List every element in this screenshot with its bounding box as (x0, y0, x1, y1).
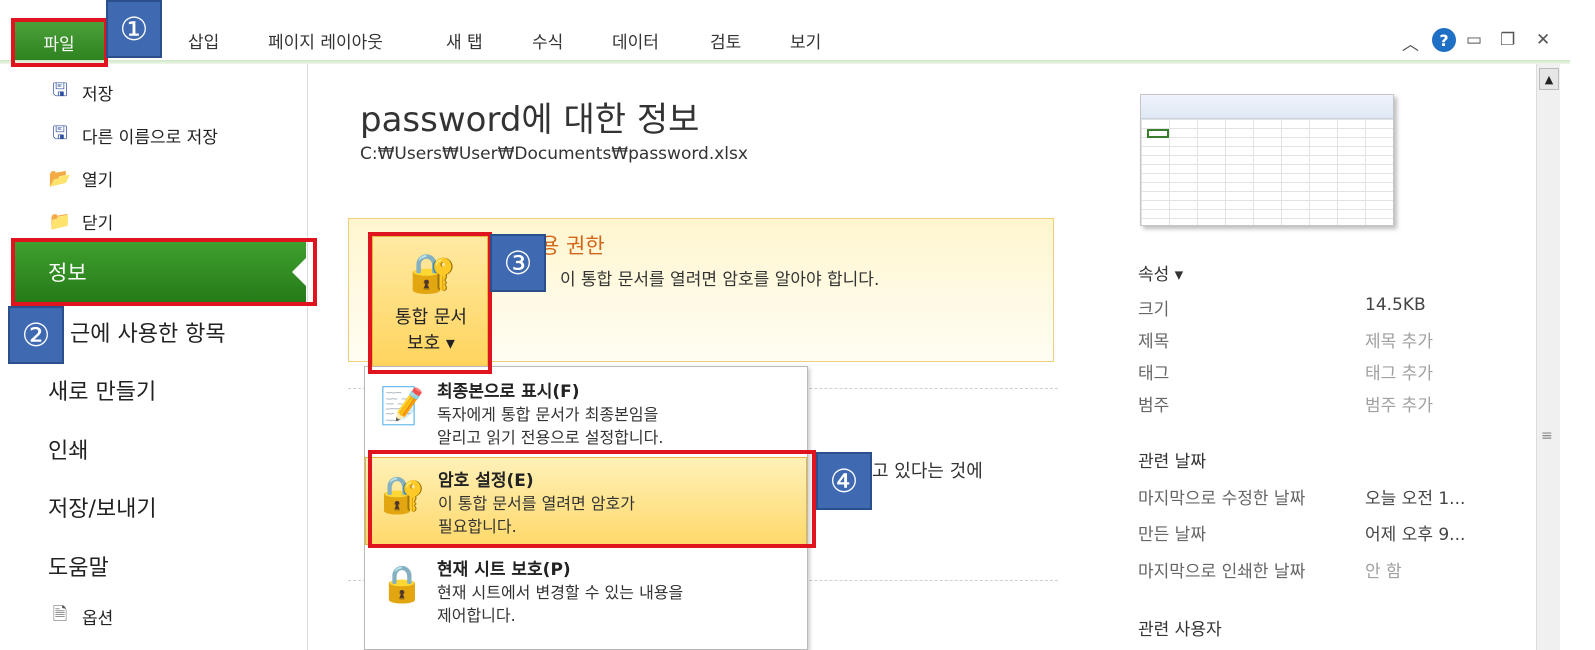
tab-insert[interactable]: 삽입 (188, 28, 219, 53)
highlight-protect-button (368, 232, 492, 374)
callout-badge-4: ④ (816, 452, 872, 510)
open-folder-icon: 📂 (48, 168, 72, 189)
prop-key: 태그 (1138, 364, 1170, 384)
nav-save-as[interactable]: 🖫 다른 이름으로 저장 (48, 122, 218, 149)
nav-print[interactable]: 인쇄 (48, 433, 88, 465)
nav-recent[interactable]: 근에 사용한 항목 (70, 316, 226, 348)
minimize-ribbon-icon[interactable]: ︿ (1402, 30, 1419, 55)
save-as-icon: 🖫 (52, 122, 68, 144)
prop-key: 제목 (1138, 332, 1170, 352)
menu-item-title: 최종본으로 표시(F) (437, 382, 580, 402)
window-minimize-icon[interactable]: ▭ (1466, 30, 1482, 50)
menu-item-desc: 현재 시트에서 변경할 수 있는 내용을제어합니다. (437, 581, 683, 627)
properties-header[interactable]: 속성 ▾ (1138, 260, 1183, 285)
nav-new[interactable]: 새로 만들기 (48, 374, 156, 406)
save-disk-icon: 🖫 (52, 79, 68, 101)
tab-review[interactable]: 검토 (710, 28, 741, 53)
scroll-up-icon[interactable]: ▲ (1539, 68, 1559, 90)
highlight-file-tab (11, 18, 108, 67)
prop-value-tags[interactable]: 태그 추가 (1365, 359, 1433, 384)
nav-close[interactable]: 📁 닫기 (48, 209, 114, 234)
file-path: C:₩Users₩User₩Documents₩password.xlsx (360, 144, 748, 164)
thumbnail-toolbar (1141, 95, 1393, 119)
callout-badge-3: ③ (490, 234, 546, 292)
nav-options[interactable]: 🗎 옵션 (48, 603, 114, 630)
prop-value-categories[interactable]: 범주 추가 (1365, 391, 1433, 416)
window-restore-icon[interactable]: ❐ (1500, 30, 1515, 50)
tab-page-layout[interactable]: 페이지 레이아웃 (268, 28, 383, 53)
prop-value-title[interactable]: 제목 추가 (1365, 327, 1433, 352)
tab-data[interactable]: 데이터 (612, 28, 659, 53)
nav-options-label: 옵션 (82, 609, 114, 629)
nav-close-label: 닫기 (82, 214, 114, 234)
ribbon: 파일 삽입 페이지 레이아웃 새 탭 수식 데이터 검토 보기 ︿ ? ▭ ❐ … (0, 0, 1595, 65)
highlight-encrypt-password (368, 450, 816, 548)
prop-key: 범주 (1138, 396, 1170, 416)
menu-item-mark-final[interactable]: 📝 최종본으로 표시(F) 독자에게 통합 문서가 최종본임을알리고 읽기 전용… (365, 369, 807, 457)
window-edge (1560, 64, 1595, 650)
nav-help[interactable]: 도움말 (48, 550, 109, 582)
page-title: password에 대한 정보 (360, 100, 700, 140)
date-key: 마지막으로 수정한 날짜 (1138, 489, 1306, 509)
window-close-icon[interactable]: ✕ (1536, 30, 1550, 50)
nav-open[interactable]: 📂 열기 (48, 166, 114, 191)
date-key: 만든 날짜 (1138, 525, 1206, 545)
date-value: 어제 오후 9... (1365, 525, 1466, 545)
menu-item-desc-line: 알리고 읽기 전용으로 설정합니다. (437, 428, 664, 447)
menu-item-desc-line: 제어합니다. (437, 606, 516, 625)
nav-save-send[interactable]: 저장/보내기 (48, 491, 157, 523)
permissions-description: 이 통합 문서를 열려면 암호를 알아야 합니다. (560, 270, 880, 290)
dates-header: 관련 날짜 (1138, 452, 1206, 472)
callout-badge-1: ① (106, 0, 162, 58)
permissions-title: 용 권한 (540, 234, 605, 258)
help-icon[interactable]: ? (1432, 28, 1456, 52)
inspect-description: 고 있다는 것에 (872, 461, 983, 482)
tab-new-tab[interactable]: 새 탭 (446, 28, 483, 53)
highlight-info (11, 238, 317, 306)
people-header: 관련 사용자 (1138, 620, 1222, 640)
thumbnail-grid (1141, 119, 1393, 225)
tab-formulas[interactable]: 수식 (532, 28, 563, 53)
menu-item-desc-line: 독자에게 통합 문서가 최종본임을 (437, 405, 659, 424)
workbook-thumbnail (1140, 94, 1394, 226)
date-key: 마지막으로 인쇄한 날짜 (1138, 562, 1306, 582)
close-folder-icon: 📁 (48, 211, 72, 232)
tab-view[interactable]: 보기 (790, 28, 821, 53)
date-value: 오늘 오전 1... (1365, 489, 1466, 509)
mark-final-icon: 📝 (379, 386, 425, 427)
scroll-grip-icon[interactable]: ≡ (1541, 428, 1553, 444)
menu-item-title: 현재 시트 보호(P) (437, 560, 571, 580)
sheet-lock-icon: 🔒 (379, 564, 425, 605)
nav-save-label: 저장 (82, 85, 114, 105)
prop-key: 크기 (1138, 300, 1170, 320)
vertical-scrollbar[interactable]: ▲ ≡ (1536, 64, 1560, 650)
options-page-icon: 🗎 (52, 603, 68, 625)
nav-open-label: 열기 (82, 171, 114, 191)
nav-save-as-label: 다른 이름으로 저장 (82, 128, 218, 148)
nav-save[interactable]: 🖫 저장 (48, 79, 114, 106)
prop-value: 14.5KB (1365, 295, 1426, 315)
menu-item-desc-line: 현재 시트에서 변경할 수 있는 내용을 (437, 583, 684, 602)
callout-badge-2: ② (8, 306, 64, 364)
date-value: 안 함 (1365, 562, 1402, 582)
menu-item-desc: 독자에게 통합 문서가 최종본임을알리고 읽기 전용으로 설정합니다. (437, 403, 663, 449)
menu-item-protect-sheet[interactable]: 🔒 현재 시트 보호(P) 현재 시트에서 변경할 수 있는 내용을제어합니다. (365, 547, 807, 635)
thumbnail-active-cell (1147, 129, 1169, 138)
